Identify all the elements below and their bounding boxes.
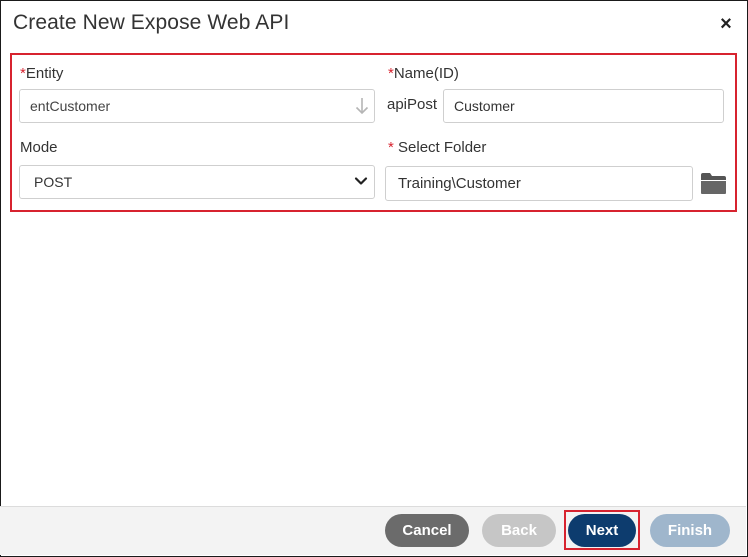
entity-label-text: Entity: [25, 65, 64, 82]
select-folder-label: * Select Folder: [388, 139, 486, 156]
cancel-button[interactable]: Cancel: [385, 514, 469, 547]
entity-label: *Entity: [20, 65, 63, 82]
mode-label: Mode: [20, 139, 58, 156]
folder-icon[interactable]: [700, 172, 727, 195]
required-mark: *: [388, 139, 394, 156]
name-prefix: apiPost: [387, 96, 438, 113]
name-id-label-text: Name(ID): [393, 65, 459, 82]
dialog-header: Create New Expose Web API ×: [1, 1, 747, 51]
arrow-down-icon[interactable]: [354, 96, 370, 116]
name-id-input[interactable]: Customer: [443, 89, 724, 123]
chevron-down-icon[interactable]: [354, 174, 368, 188]
dialog-title: Create New Expose Web API: [13, 11, 290, 34]
back-button[interactable]: Back: [482, 514, 556, 547]
entity-field[interactable]: entCustomer: [19, 89, 375, 123]
name-id-label: *Name(ID): [388, 65, 459, 82]
mode-select[interactable]: POST: [19, 165, 375, 199]
select-folder-input[interactable]: Training\Customer: [385, 166, 693, 201]
select-folder-label-text: Select Folder: [398, 139, 487, 156]
close-icon[interactable]: ×: [717, 13, 735, 35]
finish-button[interactable]: Finish: [650, 514, 730, 547]
next-button[interactable]: Next: [568, 514, 636, 547]
